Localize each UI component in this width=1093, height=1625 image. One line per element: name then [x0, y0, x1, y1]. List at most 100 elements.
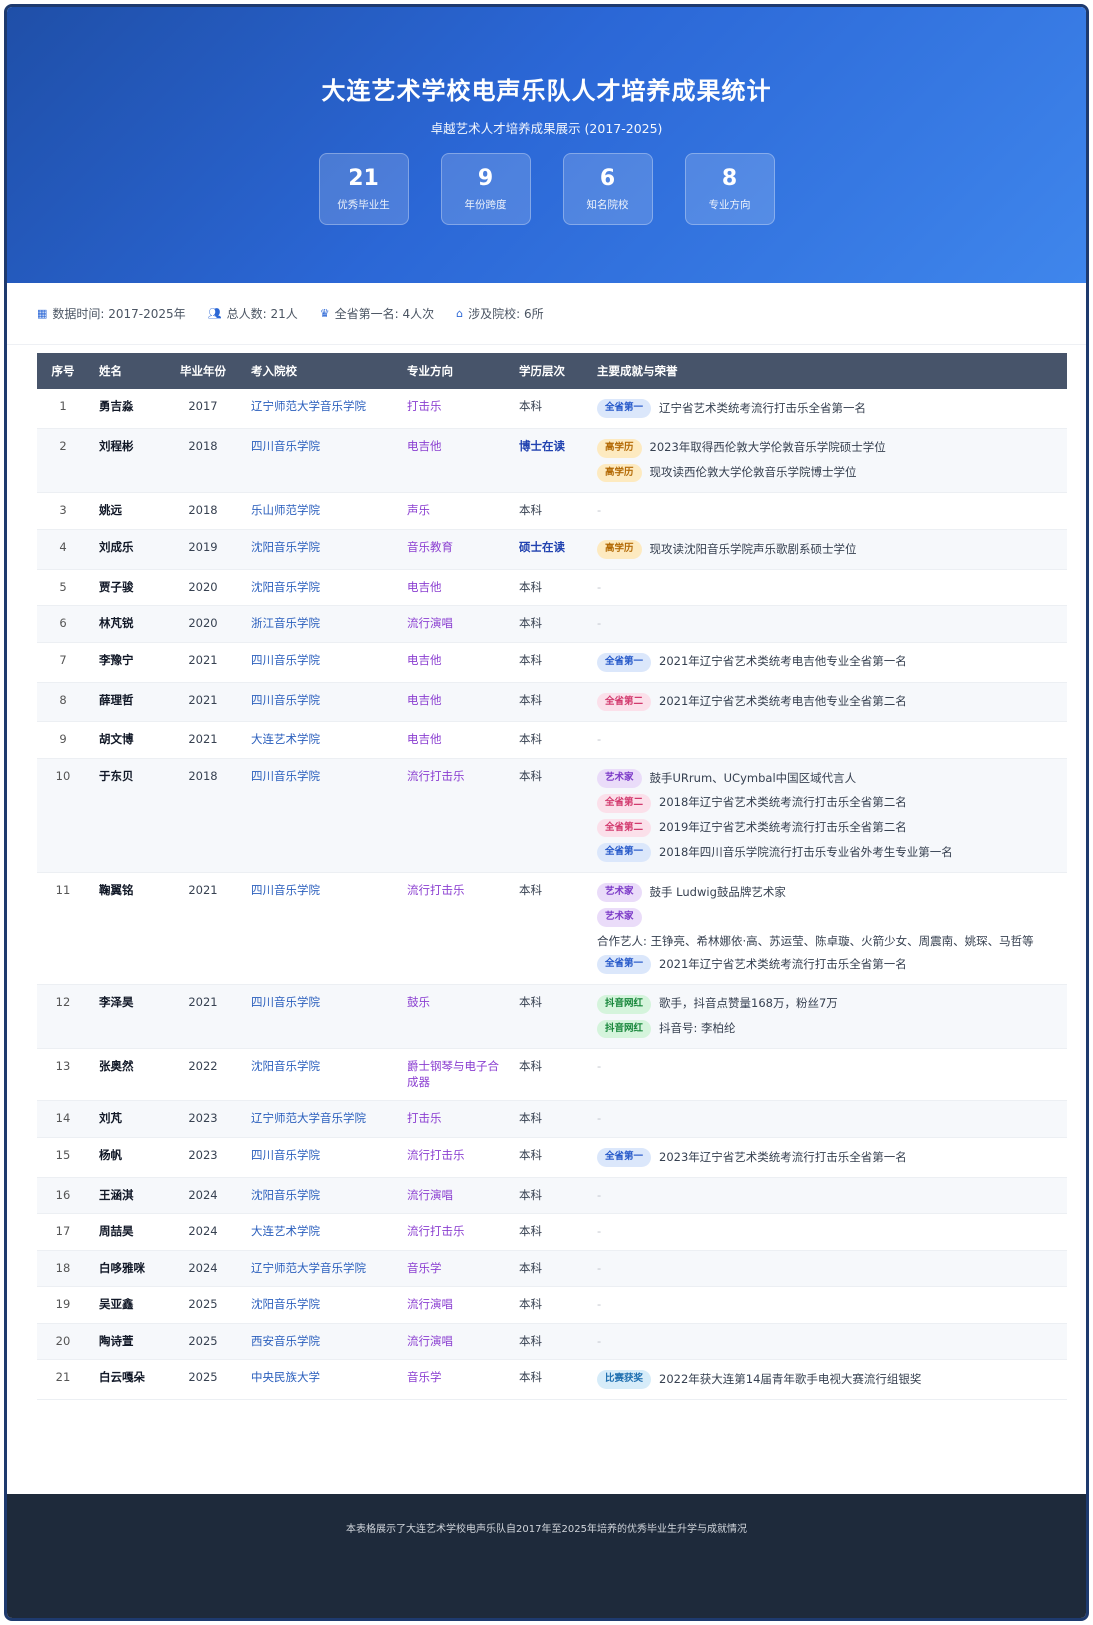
- cell-index: 11: [55, 883, 71, 898]
- column-header-school: 考入院校: [251, 364, 297, 378]
- achievement-badge: 全省第一: [597, 954, 652, 974]
- cell-major: 流行演唱: [407, 1333, 453, 1348]
- achievement-item: 高学历 现攻读西伦敦大学伦敦音乐学院博士学位: [597, 463, 1057, 483]
- achievement-item: 抖音网红 抖音号: 李柏纶: [597, 1019, 1057, 1039]
- cell-achievements: -: [587, 1101, 1067, 1138]
- table-row: 5 贾子骏 2020 沈阳音乐学院 电吉他 本科 -: [37, 569, 1067, 606]
- cell-name: 贾子骏: [99, 579, 134, 594]
- cell-name: 陶诗萱: [99, 1333, 134, 1348]
- cell-school: 沈阳音乐学院: [251, 1187, 320, 1202]
- column-header-degree: 学历层次: [519, 364, 565, 378]
- cell-year: 2021: [188, 732, 218, 747]
- cell-degree: 本科: [519, 1059, 542, 1074]
- achievement-text: 2018年辽宁省艺术类统考流行打击乐全省第二名: [659, 795, 907, 810]
- cell-degree: 本科: [519, 1147, 542, 1162]
- cell-school: 辽宁师范大学音乐学院: [251, 1260, 366, 1275]
- cell-major: 音乐学: [407, 1370, 442, 1385]
- cell-index: 7: [59, 652, 67, 667]
- table-row: 18 白哆雅咪 2024 辽宁师范大学音乐学院 音乐学 本科 -: [37, 1250, 1067, 1287]
- cell-achievements: 艺术家 鼓手URrum、UCymbal中国区域代言人 全省第二 2018年辽宁省艺术类…: [587, 758, 1067, 872]
- empty-mark: -: [597, 732, 602, 747]
- cell-achievements: -: [587, 569, 1067, 606]
- table-row: 4 刘成乐 2019 沈阳音乐学院 音乐教育 硕士在读 高学历 现攻读沈阳音乐学院声乐歌剧系硕…: [37, 529, 1067, 570]
- achievement-item: 全省第一 2021年辽宁省艺术类统考电吉他专业全省第一名: [597, 652, 1057, 672]
- cell-name: 于东贝: [99, 768, 134, 783]
- achievement-text: 2023年取得西伦敦大学伦敦音乐学院硕士学位: [649, 440, 886, 455]
- table-row: 12 李泽昊 2021 四川音乐学院 鼓乐 本科 抖音网红 歌手，抖音点赞量168万，粉丝7万…: [37, 984, 1067, 1049]
- table-row: 7 李豫宁 2021 四川音乐学院 电吉他 本科 全省第一 2021年辽宁省艺术类统考电吉他专…: [37, 642, 1067, 683]
- cell-degree: 本科: [519, 732, 542, 747]
- page-frame: 大连艺术学校电声乐队人才培养成果统计 卓越艺术人才培养成果展示 (2017-20…: [4, 4, 1089, 1621]
- stat-card-years: 9 年份跨度: [440, 153, 531, 225]
- stat-label: 年份跨度: [464, 199, 507, 211]
- achievement-text: 鼓手 Ludwig鼓品牌艺术家: [649, 884, 786, 899]
- cell-index: 21: [55, 1370, 71, 1385]
- table-header-row: 序号 姓名 毕业年份 考入院校 专业方向 学历层次 主要成就与荣誉: [37, 353, 1067, 389]
- cell-name: 张奥然: [99, 1059, 134, 1074]
- cell-name: 薛理哲: [99, 692, 134, 707]
- cell-degree: 本科: [519, 1111, 542, 1126]
- cell-name: 周喆昊: [99, 1224, 134, 1239]
- cell-year: 2020: [188, 616, 218, 631]
- stat-label: 优秀毕业生: [337, 199, 390, 211]
- cell-school: 大连艺术学院: [251, 1224, 320, 1239]
- achievement-badge: 抖音网红: [597, 1019, 652, 1039]
- header-banner: 大连艺术学校电声乐队人才培养成果统计 卓越艺术人才培养成果展示 (2017-20…: [7, 7, 1086, 283]
- cell-school: 大连艺术学院: [251, 732, 320, 747]
- table-row: 14 刘芃 2023 辽宁师范大学音乐学院 打击乐 本科 -: [37, 1100, 1067, 1138]
- cell-index: 14: [55, 1111, 71, 1126]
- achievement-badge: 艺术家: [597, 908, 642, 927]
- cell-achievements: -: [587, 493, 1067, 530]
- empty-mark: -: [597, 1333, 602, 1348]
- cell-achievements: 全省第一 辽宁省艺术类统考流行打击乐全省第一名: [587, 389, 1067, 428]
- achievement-item: 高学历 现攻读沈阳音乐学院声乐歌剧系硕士学位: [597, 539, 1057, 559]
- table-row: 19 吴亚鑫 2025 沈阳音乐学院 流行演唱 本科 -: [37, 1287, 1067, 1324]
- table-row: 21 白云嘎朵 2025 中央民族大学 音乐学 本科 比赛获奖 2022年获大连第14届青年歌…: [37, 1360, 1067, 1400]
- info-schools: ⌂ 涉及院校: 6所: [456, 305, 543, 322]
- column-header-name: 姓名: [99, 364, 122, 378]
- cell-name: 白哆雅咪: [99, 1260, 145, 1275]
- cell-major: 电吉他: [407, 438, 442, 453]
- cell-school: 中央民族大学: [251, 1370, 320, 1385]
- achievement-item: 艺术家 鼓手 Ludwig鼓品牌艺术家: [597, 883, 1057, 902]
- achievement-text: 2023年辽宁省艺术类统考流行打击乐全省第一名: [659, 1149, 907, 1164]
- achievement-text: 合作艺人: 王铮亮、希林娜依·高、苏运莹、陈卓璇、火箭少女、周震南、姚琛、马哲等: [597, 933, 1034, 948]
- cell-year: 2021: [188, 652, 218, 667]
- cell-achievements: -: [587, 1177, 1067, 1214]
- achievement-badge: 高学历: [597, 438, 642, 458]
- achievement-item: 高学历 2023年取得西伦敦大学伦敦音乐学院硕士学位: [597, 438, 1057, 458]
- cell-major: 电吉他: [407, 732, 442, 747]
- achievement-badge: 全省第一: [597, 843, 652, 863]
- achievement-item: 艺术家 鼓手URrum、UCymbal中国区域代言人: [597, 768, 1057, 788]
- cell-major: 流行演唱: [407, 616, 453, 631]
- empty-mark: -: [597, 1059, 602, 1074]
- stat-card-graduates: 21 优秀毕业生: [318, 153, 409, 225]
- table-row: 9 胡文博 2021 大连艺术学院 电吉他 本科 -: [37, 722, 1067, 759]
- achievement-text: 现攻读沈阳音乐学院声乐歌剧系硕士学位: [649, 541, 857, 556]
- cell-index: 20: [55, 1333, 71, 1348]
- stat-card-schools: 6 知名院校: [562, 153, 653, 225]
- achievement-badge: 全省第一: [597, 399, 652, 418]
- cell-school: 四川音乐学院: [251, 883, 320, 898]
- cell-index: 6: [59, 616, 67, 631]
- achievement-text: 2018年四川音乐学院流行打击乐专业省外考生专业第一名: [659, 845, 953, 860]
- achievement-badge: 艺术家: [597, 883, 642, 902]
- cell-name: 李豫宁: [99, 652, 134, 667]
- cell-index: 8: [59, 692, 67, 707]
- cell-name: 杨帆: [99, 1147, 122, 1162]
- cell-school: 四川音乐学院: [251, 768, 320, 783]
- cell-year: 2023: [188, 1111, 218, 1126]
- cell-major: 流行打击乐: [407, 768, 465, 783]
- achievement-badge: 艺术家: [597, 768, 642, 788]
- cell-index: 3: [59, 503, 67, 518]
- cell-year: 2024: [188, 1224, 218, 1239]
- info-data-time: ▦ 数据时间: 2017-2025年: [37, 305, 186, 322]
- cell-achievements: 高学历 现攻读沈阳音乐学院声乐歌剧系硕士学位: [587, 529, 1067, 569]
- stat-label: 知名院校: [586, 199, 629, 211]
- info-total-text: 总人数: 21人: [226, 307, 298, 321]
- column-header-index: 序号: [51, 364, 75, 378]
- graduation-cap-icon: [517, 7, 577, 53]
- cell-achievements: -: [587, 1250, 1067, 1287]
- cell-major: 打击乐: [407, 1111, 442, 1126]
- cell-school: 沈阳音乐学院: [251, 1059, 320, 1074]
